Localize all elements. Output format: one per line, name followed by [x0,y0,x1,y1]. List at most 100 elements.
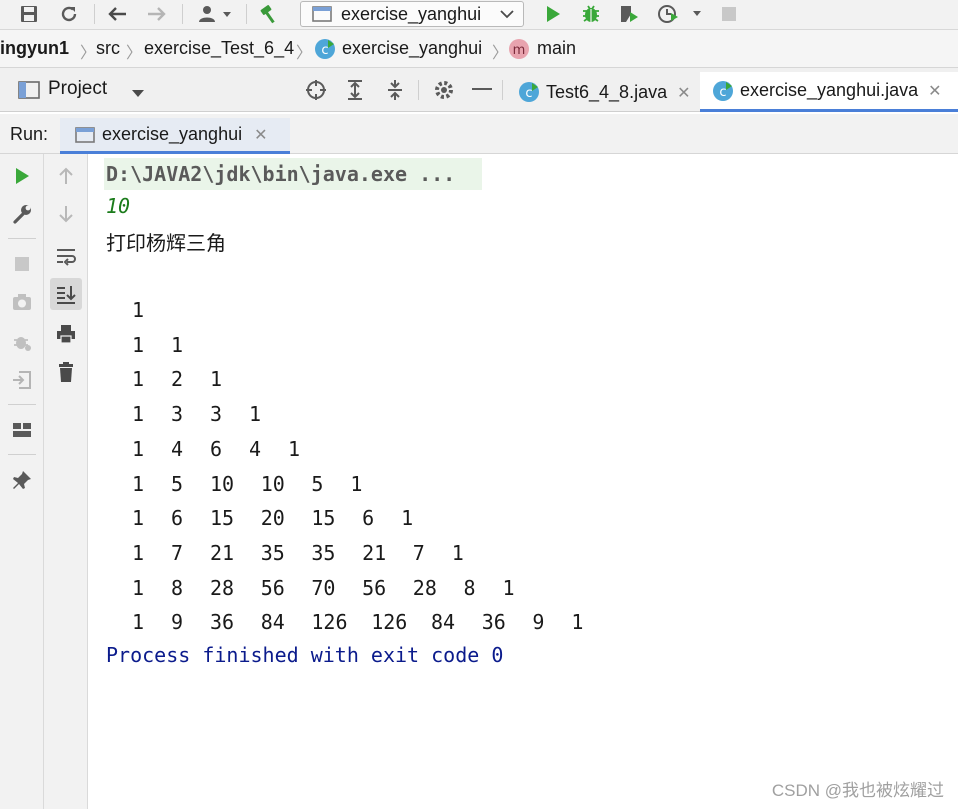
console-command-line: D:\JAVA2\jdk\bin\java.exe ... [104,158,482,190]
triangle-value: 8 [463,575,476,600]
triangle-value: 5 [311,471,324,496]
close-icon[interactable]: ✕ [254,125,267,144]
collapse-all-icon[interactable] [384,78,406,106]
close-icon[interactable]: ✕ [928,81,941,100]
breadcrumb: ingyun1 〉 src 〉 exercise_Test_6_4 〉 c ex… [0,30,958,68]
sync-icon[interactable] [56,2,82,26]
hammer-icon[interactable] [256,2,282,26]
triangle-value: 1 [350,471,363,496]
console-user-input: 10 [106,194,131,218]
console-process-finished: Process finished with exit code 0 [106,643,504,667]
triangle-value: 36 [481,610,506,635]
main-toolbar: exercise_yanghui [0,0,958,30]
arrow-down-icon[interactable] [52,200,80,228]
rerun-icon[interactable] [8,162,36,190]
triangle-value: 15 [210,506,235,531]
chevron-down-icon[interactable] [130,84,146,103]
triangle-value: 28 [210,575,235,600]
print-icon[interactable] [52,320,80,348]
svg-text:c: c [321,43,328,58]
camera-icon[interactable] [8,288,36,316]
breadcrumb-item-method[interactable]: main [537,38,576,59]
triangle-value: 1 [132,575,145,600]
triangle-value: 1 [249,402,262,427]
console-heading: 打印杨辉三角 [106,231,226,255]
run-configuration-label: exercise_yanghui [341,3,482,24]
coverage-icon[interactable] [616,2,642,26]
triangle-value: 56 [362,575,387,600]
triangle-value: 1 [132,367,145,392]
class-icon: c [314,38,336,64]
back-arrow-icon[interactable] [104,2,130,26]
editor-tab-label: Test6_4_8.java [546,81,668,102]
triangle-value: 20 [260,506,285,531]
chevron-right-icon: 〉 [80,43,97,62]
svg-text:m: m [513,43,526,58]
editor-tab-test6-4-8[interactable]: c Test6_4_8.java ✕ [508,72,698,112]
java-app-icon [74,125,96,145]
run-configuration-selector[interactable]: exercise_yanghui [300,1,524,27]
triangle-value: 2 [171,367,184,392]
triangle-value: 4 [249,436,262,461]
profiler-icon[interactable] [656,2,706,26]
triangle-value: 9 [171,610,184,635]
triangle-value: 1 [288,436,301,461]
chevron-down-icon [500,10,514,19]
triangle-value: 1 [210,367,223,392]
user-icon[interactable] [196,2,236,26]
watermark: CSDN @我也被炫耀过 [771,781,944,800]
layout-icon[interactable] [8,416,36,444]
triangle-value: 8 [171,575,184,600]
triangle-value: 1 [502,575,515,600]
triangle-value: 10 [210,471,235,496]
chevron-right-icon: 〉 [126,43,143,62]
run-icon[interactable] [540,2,566,26]
breadcrumb-item-package[interactable]: exercise_Test_6_4 [144,38,294,59]
exit-icon[interactable] [8,366,36,394]
breadcrumb-item-class[interactable]: exercise_yanghui [342,38,482,59]
triangle-value: 56 [260,575,285,600]
bug-settings-icon[interactable] [8,328,36,356]
triangle-value: 6 [210,436,223,461]
triangle-value: 6 [362,506,375,531]
editor-tab-exercise-yanghui[interactable]: c exercise_yanghui.java ✕ [700,72,958,112]
soft-wrap-icon[interactable] [52,242,80,270]
project-panel-icon [18,80,40,104]
triangle-value: 6 [171,506,184,531]
arrow-up-icon[interactable] [52,162,80,190]
class-icon: c [712,80,734,102]
debug-icon[interactable] [578,2,604,26]
chevron-right-icon: 〉 [492,43,509,62]
editor-tab-label: exercise_yanghui.java [740,80,919,100]
triangle-value: 4 [171,436,184,461]
breadcrumb-item-src[interactable]: src [96,38,120,59]
close-icon[interactable]: ✕ [677,83,690,102]
java-app-icon [312,6,332,22]
expand-all-icon[interactable] [344,78,366,106]
minimize-icon[interactable] [472,88,492,90]
run-label: Run: [10,124,49,144]
console-output[interactable]: D:\JAVA2\jdk\bin\java.exe ... 10 打印杨辉三角 … [88,154,958,809]
triangle-value: 1 [132,332,145,357]
scroll-to-end-icon[interactable] [50,278,82,310]
run-tab-label: exercise_yanghui [102,124,243,144]
triangle-value: 126 [371,610,408,635]
save-icon[interactable] [16,2,42,26]
triangle-value: 35 [260,540,285,565]
triangle-value: 36 [210,610,235,635]
triangle-value: 1 [132,610,145,635]
project-tabs-bar: Project c Test6_4_8.java ✕ c exercise_ya… [0,68,958,112]
trash-icon[interactable] [52,358,80,386]
breadcrumb-item-project[interactable]: ingyun1 [0,38,69,59]
gear-icon[interactable] [432,78,456,106]
wrench-icon[interactable] [8,200,36,228]
triangle-value: 84 [260,610,285,635]
pin-icon[interactable] [8,466,36,494]
project-panel-label[interactable]: Project [48,78,107,100]
stop-icon[interactable] [8,250,36,278]
locate-icon[interactable] [304,78,328,106]
run-tab-exercise-yanghui[interactable]: exercise_yanghui ✕ [60,118,290,154]
forward-arrow-icon[interactable] [144,2,170,26]
triangle-value: 7 [412,540,425,565]
stop-icon[interactable] [716,2,742,26]
